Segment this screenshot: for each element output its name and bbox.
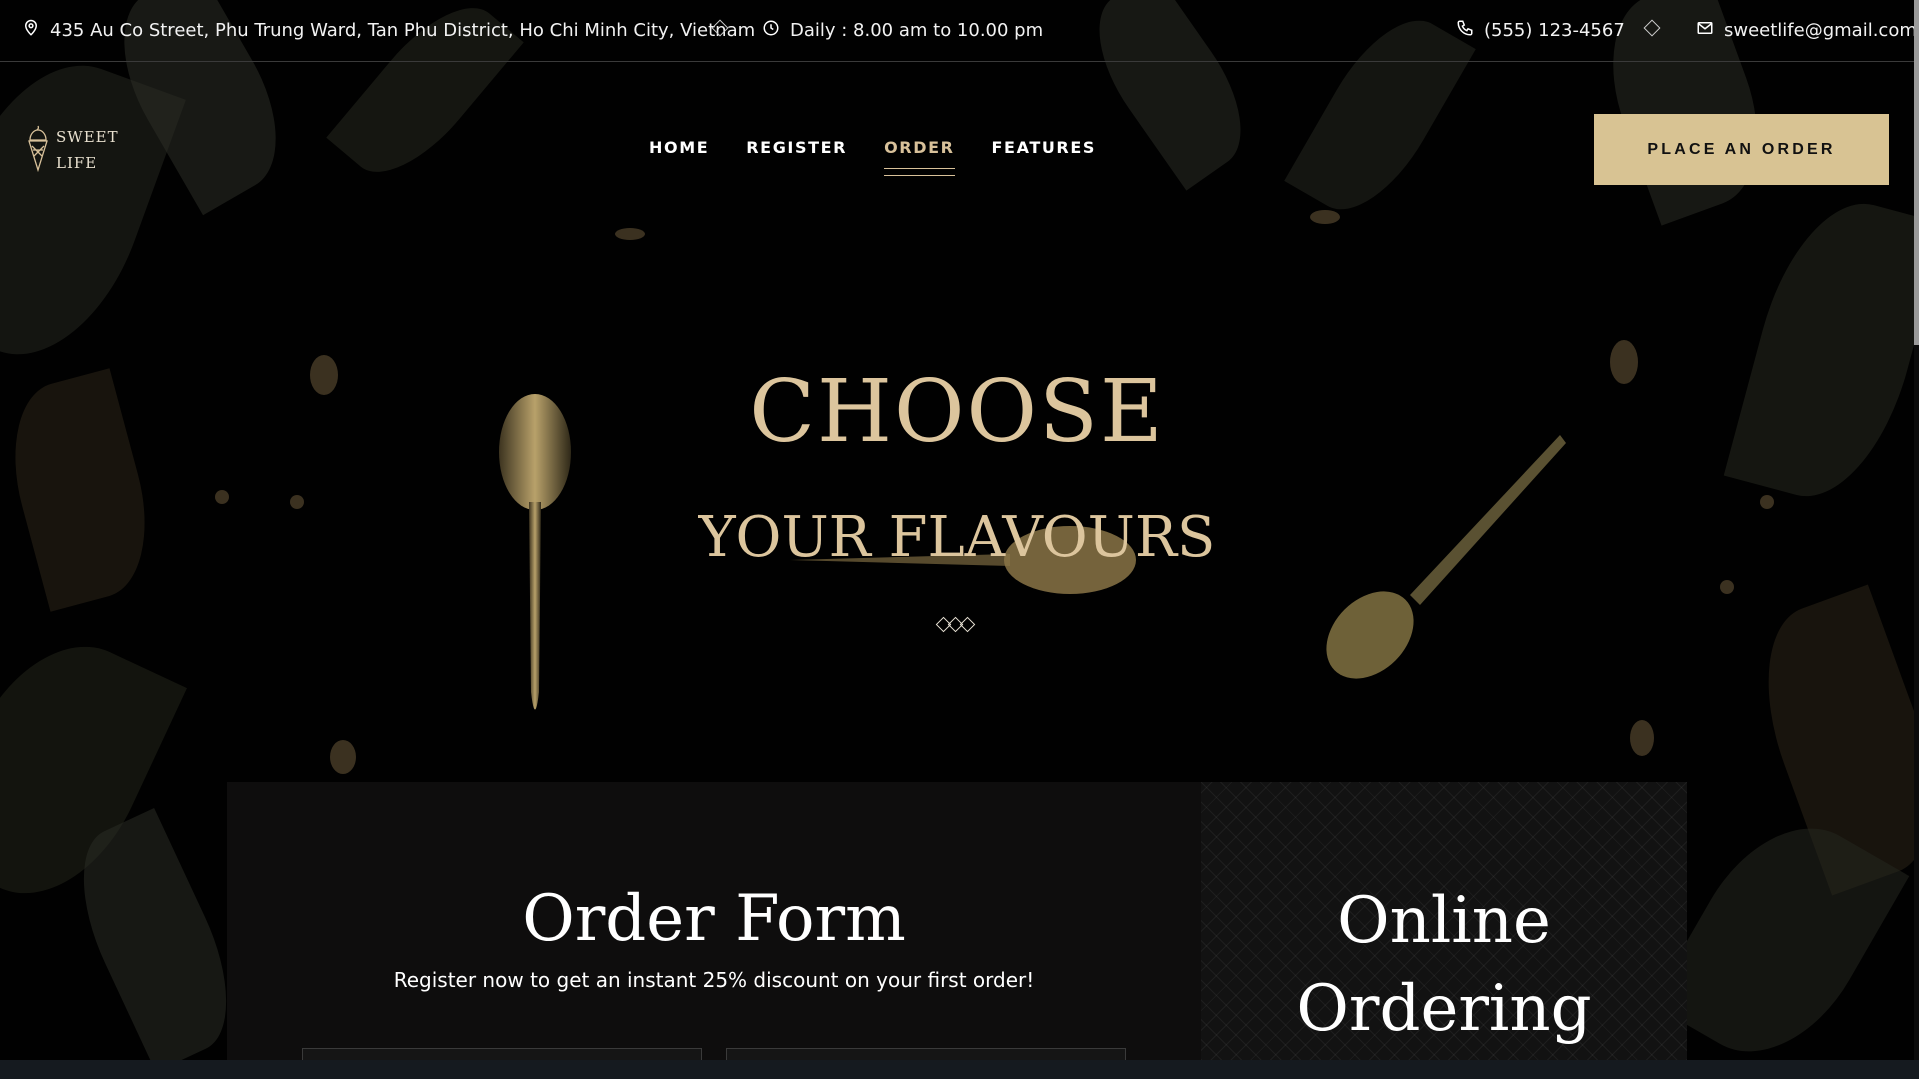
site-logo[interactable]: SWEET LIFE: [26, 124, 119, 176]
address-text: 435 Au Co Street, Phu Trung Ward, Tan Ph…: [50, 20, 756, 41]
order-form-section: Order Form Register now to get an instan…: [227, 782, 1201, 1060]
clock-icon: [762, 19, 780, 42]
top-info-bar: 435 Au Co Street, Phu Trung Ward, Tan Ph…: [0, 0, 1914, 62]
hero-title: CHOOSE: [749, 362, 1165, 462]
address-info: 435 Au Co Street, Phu Trung Ward, Tan Ph…: [22, 19, 755, 42]
nav-home[interactable]: HOME: [649, 138, 709, 157]
logo-line-2: LIFE: [56, 154, 98, 172]
phone-icon: [1456, 19, 1474, 42]
hours-info: Daily : 8.00 am to 10.00 pm: [762, 19, 1043, 42]
order-field-2[interactable]: [726, 1048, 1126, 1060]
hero-subtitle: YOUR FLAVOURS: [698, 505, 1216, 570]
place-order-button[interactable]: PLACE AN ORDER: [1594, 114, 1889, 185]
logo-line-1: SWEET: [56, 128, 119, 146]
order-field-1[interactable]: [302, 1048, 702, 1060]
online-ordering-title-line-2: Ordering: [1296, 972, 1592, 1046]
page-scrollbar[interactable]: [1914, 0, 1919, 1060]
map-pin-icon: [22, 19, 40, 42]
order-form-subtitle: Register now to get an instant 25% disco…: [393, 968, 1035, 992]
hero-divider-diamonds: [935, 616, 976, 633]
online-ordering-section: Online Ordering: [1201, 782, 1687, 1060]
separator-diamond: [1643, 19, 1661, 37]
email-text[interactable]: sweetlife@gmail.com: [1724, 20, 1914, 41]
main-nav: HOME REGISTER ORDER FEATURES: [649, 138, 1096, 176]
email-info[interactable]: sweetlife@gmail.com: [1696, 19, 1914, 42]
nav-register[interactable]: REGISTER: [746, 138, 847, 157]
scrollbar-thumb[interactable]: [1914, 0, 1919, 345]
phone-info[interactable]: (555) 123-4567: [1456, 19, 1625, 42]
ice-cream-cone-icon: [26, 124, 50, 176]
nav-order[interactable]: ORDER: [884, 138, 955, 176]
online-ordering-title-line-1: Online: [1337, 884, 1551, 958]
bottom-edge-bar: [0, 1060, 1919, 1079]
nav-features[interactable]: FEATURES: [992, 138, 1096, 157]
page: 435 Au Co Street, Phu Trung Ward, Tan Ph…: [0, 0, 1914, 1060]
order-form-title: Order Form: [522, 882, 906, 956]
mail-icon: [1696, 19, 1714, 42]
phone-text[interactable]: (555) 123-4567: [1484, 20, 1625, 41]
hours-text: Daily : 8.00 am to 10.00 pm: [790, 20, 1044, 41]
